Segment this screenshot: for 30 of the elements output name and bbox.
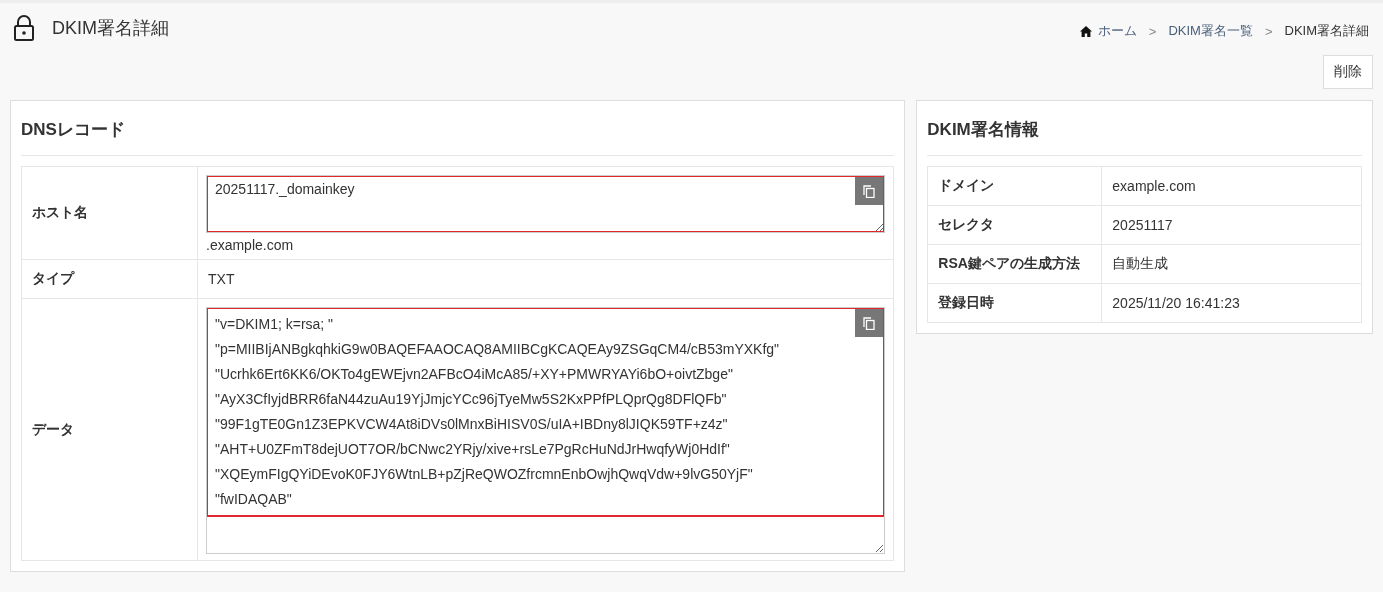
breadcrumb-separator: > — [1264, 23, 1273, 39]
table-cell: 2025/11/20 16:41:23 — [1101, 283, 1362, 323]
lock-icon — [13, 15, 35, 41]
copy-button[interactable] — [855, 309, 884, 337]
row-label: タイプ — [21, 259, 198, 299]
table-cell: TXT — [197, 259, 894, 299]
page-title: DKIM署名詳細 — [52, 17, 169, 40]
home-icon[interactable] — [1079, 25, 1092, 37]
field-text: "v=DKIM1; k=rsa; " "p=MIIBIjANBgkqhkiG9w0BAQEFAAOCAQ8AMIIBCgKCAQEAy9ZSGqCM4/cB53mYXKfg" "Ucrhk6Ert6KK6/OKTo4gEWEjvn2AFBcO4iMcA85/+XY+PMWRYAYi6bO+oivtZbge" "AyX3CfIyjdBRR6faN44zuAu19YjJmjcYCc96jTyeMw5S2KxPPfPLQprQg8DFlQFb" "99F1gTE0Gn1Z3EPKVCW4At8iDVs0lMnxBiHISV0S/uIA+IBDny8lJIQK59TF+z4z" "AHT+U0ZFmT8dejUOT7OR/bCNwc2YRjy/xive+rsLe7PgRcHuNdJrHwqfyWj0HdIf" "XQEymFIgQYiDEvoK0FJY6WtnLB+pZjReQWOZfrcmnEnbOwjhQwqVdw+9lvG50YjF" "fwIDAQAB" — [215, 315, 780, 509]
copy-button[interactable] — [855, 177, 884, 205]
row-label: データ — [21, 298, 198, 561]
row-label: 登録日時 — [927, 283, 1102, 323]
panel-title: DNSレコード — [21, 101, 895, 156]
panel-title: DKIM署名情報 — [927, 101, 1362, 156]
row-label: ドメイン — [927, 166, 1102, 206]
row-label: ホスト名 — [21, 166, 198, 260]
row-label: セレクタ — [927, 205, 1102, 245]
table-cell: 20251117 — [1101, 205, 1362, 245]
table-cell: example.com — [1101, 166, 1362, 206]
breadcrumb-link[interactable]: DKIM署名一覧 — [1168, 22, 1253, 40]
copy-icon — [863, 316, 876, 330]
delete-button[interactable]: 削除 — [1323, 55, 1373, 89]
breadcrumb-separator: > — [1148, 23, 1157, 39]
copy-icon — [863, 184, 876, 198]
breadcrumb-current: DKIM署名詳細 — [1284, 22, 1369, 40]
field-text: 20251117._domainkey — [215, 180, 355, 198]
row-label: RSA鍵ペアの生成方法 — [927, 244, 1102, 284]
table-cell: 自動生成 — [1101, 244, 1362, 284]
breadcrumb-link[interactable]: ホーム — [1097, 22, 1137, 40]
domain-suffix: .example.com — [206, 236, 295, 253]
